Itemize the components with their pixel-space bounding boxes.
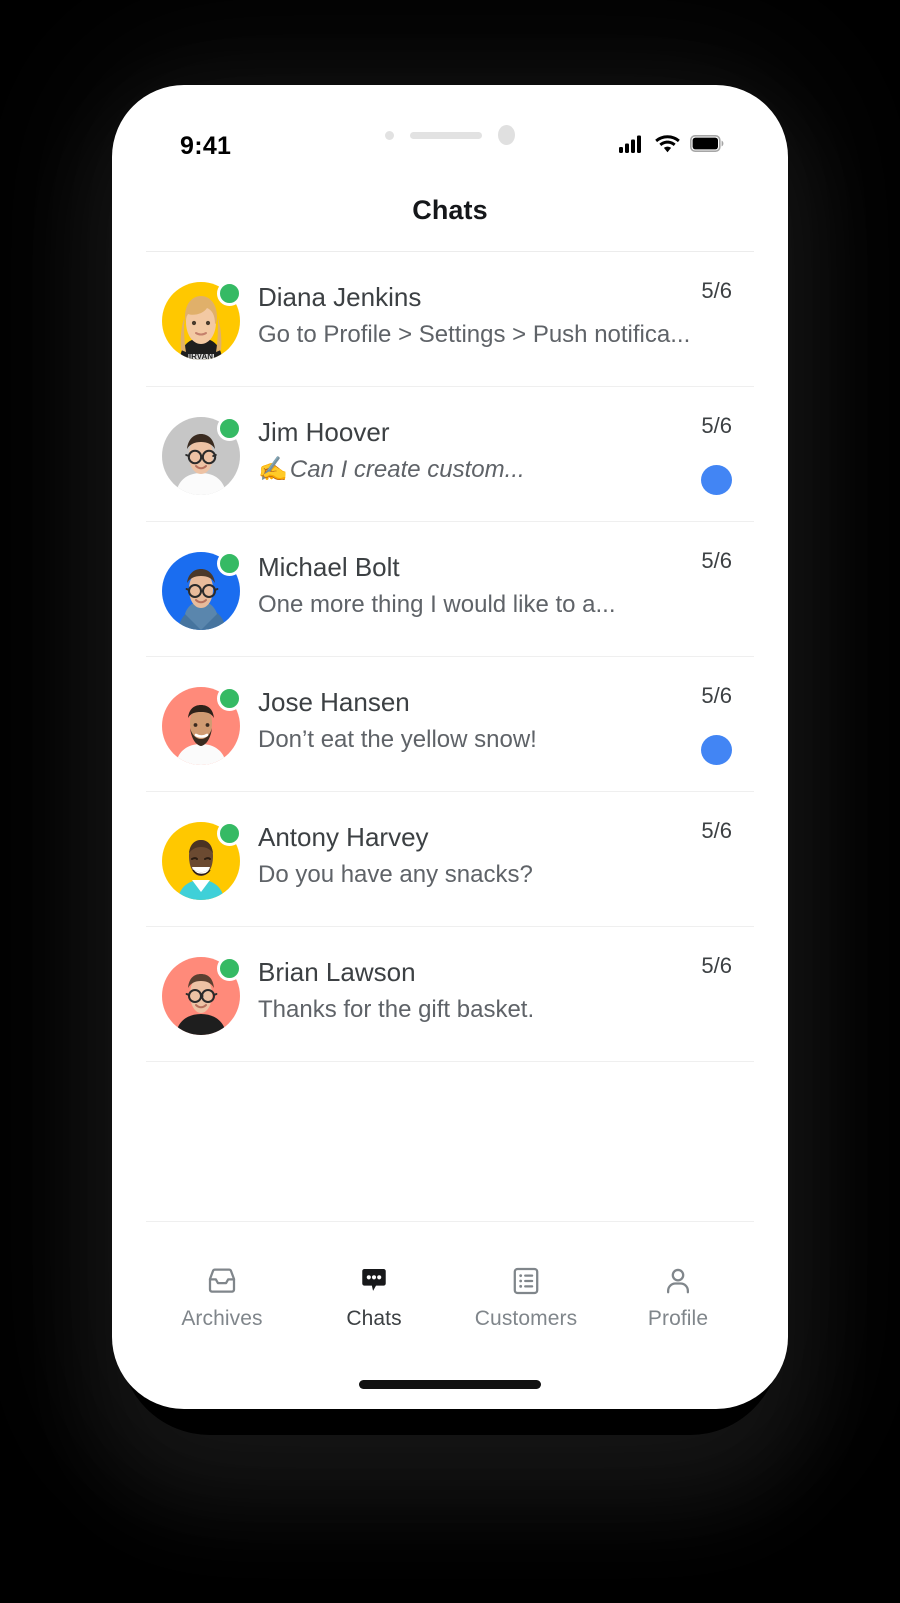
phone-screen: 9:41 Chats NIRVANA Diana Jenkins Go to P…	[146, 114, 754, 1380]
chat-item-meta: 5/6	[701, 278, 732, 360]
chat-item-meta: 5/6	[701, 953, 732, 1035]
contact-name: Michael Bolt	[258, 552, 400, 582]
avatar	[162, 956, 242, 1035]
message-date: 5/6	[701, 278, 732, 303]
archive-tray-icon	[205, 1264, 239, 1298]
chat-item-text: Jim Hoover ✍️Can I create custom...	[240, 413, 701, 488]
screen-header: Chats	[146, 170, 754, 252]
contact-name: Diana Jenkins	[258, 282, 422, 312]
message-date: 5/6	[701, 548, 732, 573]
chat-list-item[interactable]: Jim Hoover ✍️Can I create custom... 5/6	[146, 387, 754, 522]
message-preview: Do you have any snacks?	[258, 861, 533, 889]
chat-list-item[interactable]: Brian Lawson Thanks for the gift basket.…	[146, 927, 754, 1062]
avatar: NIRVANA	[162, 281, 242, 360]
chat-item-text: Diana Jenkins Go to Profile > Settings >…	[240, 278, 701, 353]
unread-badge	[701, 735, 732, 765]
chat-item-meta: 5/6	[701, 413, 732, 495]
status-bar-time: 9:41	[180, 131, 232, 160]
home-indicator[interactable]	[359, 1380, 541, 1389]
message-preview: One more thing I would like to a...	[258, 591, 616, 619]
draft-pencil-icon: ✍️	[258, 456, 288, 484]
message-preview: Thanks for the gift basket.	[258, 996, 535, 1024]
online-status-indicator	[217, 551, 242, 576]
chat-item-text: Michael Bolt One more thing I would like…	[240, 548, 701, 623]
chat-bubble-icon	[357, 1264, 391, 1298]
chat-item-text: Jose Hansen Don’t eat the yellow snow!	[240, 683, 701, 758]
online-status-indicator	[217, 416, 242, 441]
avatar	[162, 821, 242, 900]
chat-item-meta: 5/6	[701, 548, 732, 630]
online-status-indicator	[217, 821, 242, 846]
tab-profile[interactable]: Profile	[602, 1264, 754, 1331]
chat-item-text: Antony Harvey Do you have any snacks?	[240, 818, 701, 893]
status-bar-icons	[619, 134, 724, 158]
chat-list-item[interactable]: Antony Harvey Do you have any snacks? 5/…	[146, 792, 754, 927]
contact-name: Jose Hansen	[258, 687, 410, 717]
message-preview-text: Can I create custom...	[289, 456, 525, 484]
message-preview: Go to Profile > Settings > Push notifica…	[258, 321, 691, 349]
chat-item-text: Brian Lawson Thanks for the gift basket.	[240, 953, 701, 1028]
avatar	[162, 551, 242, 630]
tab-label-customers: Customers	[474, 1307, 578, 1330]
tab-label-chats: Chats	[346, 1307, 402, 1330]
online-status-indicator	[217, 686, 242, 711]
status-bar: 9:41	[146, 114, 754, 170]
tab-archives[interactable]: Archives	[146, 1264, 298, 1331]
message-preview: ✍️Can I create custom...	[258, 453, 701, 488]
tab-label-profile: Profile	[647, 1307, 709, 1330]
contact-name: Brian Lawson	[258, 957, 416, 987]
message-preview: Don’t eat the yellow snow!	[258, 726, 537, 754]
tab-customers[interactable]: Customers	[450, 1264, 602, 1331]
message-date: 5/6	[701, 413, 732, 438]
message-date: 5/6	[701, 818, 732, 843]
cellular-signal-icon	[619, 134, 645, 158]
chat-list-item[interactable]: Michael Bolt One more thing I would like…	[146, 522, 754, 657]
list-card-icon	[509, 1264, 543, 1298]
tab-label-archives: Archives	[181, 1307, 263, 1330]
online-status-indicator	[217, 956, 242, 981]
chat-list-empty-space	[146, 1062, 754, 1222]
screenshot-stage: 9:41 Chats NIRVANA Diana Jenkins Go to P…	[0, 0, 900, 1603]
contact-name: Antony Harvey	[258, 822, 429, 852]
svg-text:NIRVANA: NIRVANA	[183, 352, 219, 360]
chat-list: NIRVANA Diana Jenkins Go to Profile > Se…	[146, 252, 754, 1222]
battery-icon	[690, 135, 724, 157]
tab-chats[interactable]: Chats	[298, 1264, 450, 1331]
chat-item-meta: 5/6	[701, 818, 732, 900]
phone-device-frame: 9:41 Chats NIRVANA Diana Jenkins Go to P…	[112, 85, 788, 1409]
contact-name: Jim Hoover	[258, 417, 390, 447]
wifi-icon	[655, 134, 680, 158]
message-date: 5/6	[701, 683, 732, 708]
person-icon	[661, 1264, 695, 1298]
avatar	[162, 686, 242, 765]
chat-list-item[interactable]: NIRVANA Diana Jenkins Go to Profile > Se…	[146, 252, 754, 387]
message-date: 5/6	[701, 953, 732, 978]
page-title: Chats	[412, 195, 488, 225]
bottom-tab-bar: Archives Chats Customers Profile	[146, 1246, 754, 1380]
unread-badge	[701, 465, 732, 495]
chat-item-meta: 5/6	[701, 683, 732, 765]
online-status-indicator	[217, 281, 242, 306]
avatar	[162, 416, 242, 495]
chat-list-item[interactable]: Jose Hansen Don’t eat the yellow snow! 5…	[146, 657, 754, 792]
